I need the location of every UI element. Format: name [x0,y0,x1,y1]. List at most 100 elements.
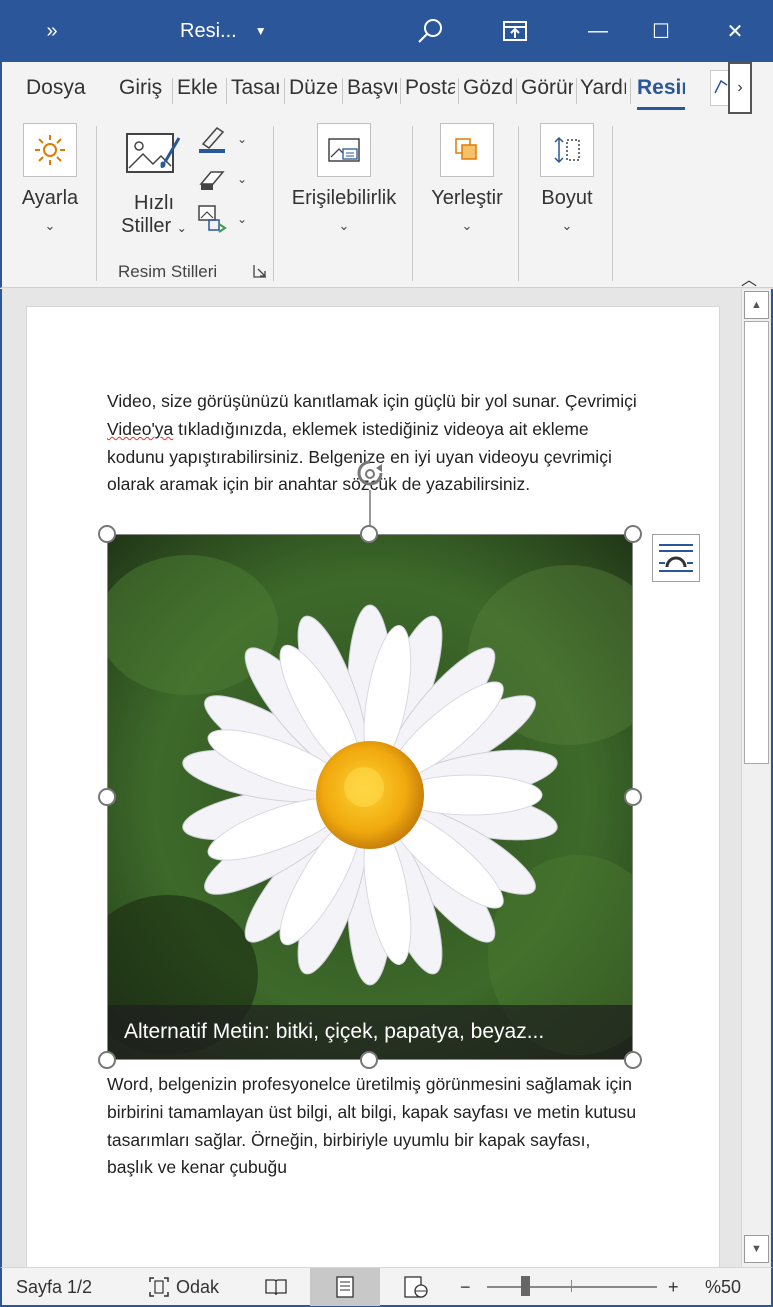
picture-layout-button[interactable]: ⌄ [197,204,247,234]
chevron-down-icon: ⌄ [461,218,473,233]
focus-mode-button[interactable]: Odak [148,1268,219,1306]
focus-icon [149,1277,169,1297]
resize-handle-bottom[interactable] [360,1051,378,1069]
tab-divider [576,78,577,104]
vertical-scrollbar[interactable]: ▲ ▼ [741,289,770,1267]
maximize-button[interactable]: ☐ [636,0,686,62]
title-dropdown-icon: ▼ [254,24,267,38]
launcher-icon [253,265,266,278]
tab-help[interactable]: Yardım [580,76,626,100]
group-divider [96,126,97,281]
tab-divider [226,78,227,104]
adjust-button[interactable]: Ayarla ⌄ [20,123,80,234]
pen-border-icon [199,127,225,153]
tab-home[interactable]: Giriş [119,76,165,100]
selected-picture[interactable]: Alternatif Metin: bitki, çiçek, papatya,… [107,534,633,1060]
spelling-error-word[interactable]: Video'ya [107,419,173,439]
tab-divider [630,78,631,104]
wrap-text-icon [659,544,693,572]
search-button[interactable] [405,0,455,62]
tab-overflow-item[interactable] [710,70,730,106]
web-page-icon [404,1276,428,1298]
ribbon: Ayarla ⌄ Hızlı Stiller ⌄ ⌄ ⌄ ⌄ Resim Sti… [0,118,773,290]
chevron-down-icon: ⌄ [237,172,248,186]
rotate-handle[interactable] [354,458,386,490]
zoom-slider-track[interactable] [487,1286,657,1288]
chevron-down-icon: ⌄ [44,218,56,233]
resize-handle-top[interactable] [360,525,378,543]
accessibility-icon-box [317,123,371,177]
chevron-down-icon: ⌄ [237,132,248,146]
more-commands-button[interactable]: » [30,0,74,62]
tab-review[interactable]: Gözden [463,76,513,100]
tab-picture[interactable]: Resim [637,76,685,110]
accessibility-button[interactable]: Erişilebilirlik ⌄ [288,123,400,234]
tab-layout[interactable]: Düzen [289,76,339,100]
tab-divider [172,78,173,104]
read-mode-button[interactable] [262,1268,290,1306]
arrange-icon [455,138,477,160]
scroll-down-button[interactable]: ▼ [744,1235,769,1263]
tab-view[interactable]: Görünüm [521,76,573,100]
collapse-ribbon-button[interactable]: ︿ [741,266,757,290]
alt-text-icon [328,138,360,162]
share-button[interactable] [490,0,540,62]
quick-styles-button[interactable]: Hızlı Stiller ⌄ [114,128,194,238]
zoom-in-button[interactable]: + [668,1268,679,1306]
chevron-down-icon: ⌄ [561,218,573,233]
size-button[interactable]: Boyut ⌄ [534,123,600,234]
quick-styles-label-2: Stiller ⌄ [114,215,194,238]
document-title[interactable]: Resi... ▼ [180,0,290,62]
tab-file[interactable]: Dosya [26,76,90,100]
layout-options-button[interactable] [652,534,700,582]
group-divider [518,126,519,281]
resize-handle-left[interactable] [98,788,116,806]
size-icon-box [540,123,594,177]
close-button[interactable]: ✕ [710,0,760,62]
focus-label: Odak [176,1276,220,1297]
tab-divider [342,78,343,104]
page-indicator[interactable]: Sayfa 1/2 [16,1268,92,1306]
group-divider [412,126,413,281]
quick-styles-label-2-text: Stiller [121,215,172,237]
group-divider [612,126,613,281]
tab-scroll-right-button[interactable]: › [728,62,752,114]
resize-handle-top-left[interactable] [98,525,116,543]
chevron-down-icon: ⌄ [176,221,187,235]
resize-handle-bottom-left[interactable] [98,1051,116,1069]
group-divider [273,126,274,281]
web-layout-button[interactable] [402,1268,430,1306]
scroll-up-button[interactable]: ▲ [744,291,769,319]
picture-effects-button[interactable]: ⌄ [197,164,247,194]
minimize-button[interactable]: — [573,0,623,62]
picture-brush-icon [126,133,181,173]
shape-format-icon [714,79,728,94]
dialog-launcher-icon[interactable] [253,264,267,281]
title-bar: » Resi... ▼ — ☐ ✕ [0,0,773,62]
resize-handle-bottom-right[interactable] [624,1051,642,1069]
effects-icon [199,171,225,190]
paragraph-2[interactable]: Word, belgenizin profesyonelce üretilmiş… [107,1071,637,1182]
sun-icon [35,135,65,165]
resize-handle-right[interactable] [624,788,642,806]
tab-divider [516,78,517,104]
tab-references[interactable]: Başvurular [347,76,397,100]
zoom-out-button[interactable]: − [460,1268,471,1306]
document-title-text: Resi... [180,19,237,42]
tab-design[interactable]: Tasarım [231,76,279,100]
tab-mailings[interactable]: Postalar [405,76,455,100]
picture-border-button[interactable]: ⌄ [197,124,247,154]
adjust-label: Ayarla [21,187,79,209]
resize-handle-top-right[interactable] [624,525,642,543]
ribbon-tabs: Dosya Giriş Ekle Tasarım Düzen Başvurula… [0,62,773,118]
arrange-icon-box [440,123,494,177]
tab-divider [400,78,401,104]
daisy-flower-image [108,535,632,1059]
scroll-thumb[interactable] [744,321,769,764]
tab-insert[interactable]: Ekle [177,76,221,100]
arrange-button[interactable]: Yerleştir ⌄ [425,123,509,234]
zoom-level[interactable]: %50 [705,1268,741,1306]
print-layout-button[interactable] [310,1268,380,1306]
zoom-slider-thumb[interactable] [521,1276,530,1296]
rotate-icon [357,460,383,486]
